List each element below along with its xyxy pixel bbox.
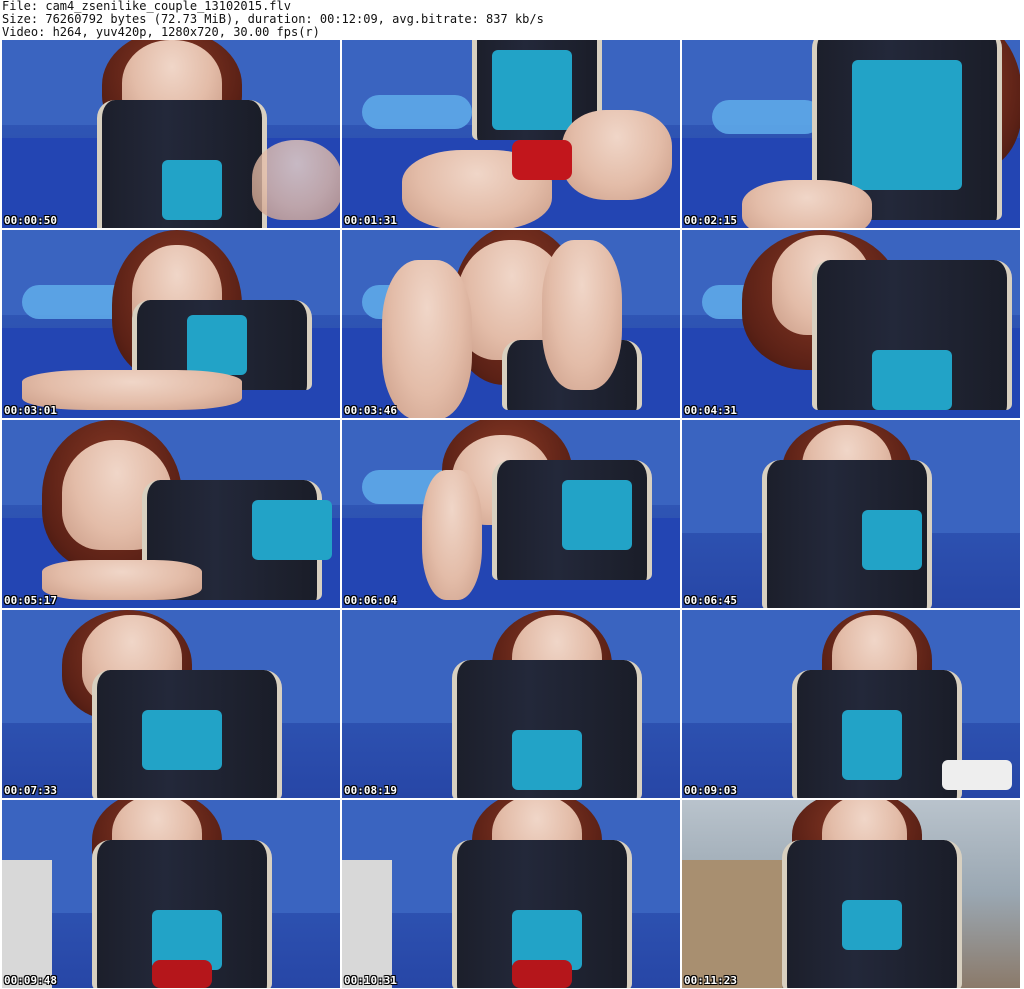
thumbnail: 00:08:19 xyxy=(342,610,680,798)
thumbnail: 00:00:50 xyxy=(2,40,340,228)
thumbnail-timestamp: 00:04:31 xyxy=(684,404,737,417)
thumbnail: 00:03:01 xyxy=(2,230,340,418)
thumbnail-timestamp: 00:07:33 xyxy=(4,784,57,797)
thumbnail-timestamp: 00:08:19 xyxy=(344,784,397,797)
thumbnail: 00:02:15 xyxy=(682,40,1020,228)
thumbnail: 00:01:31 xyxy=(342,40,680,228)
thumbnail-timestamp: 00:09:03 xyxy=(684,784,737,797)
video-info-line: Video: h264, yuv420p, 1280x720, 30.00 fp… xyxy=(2,25,320,39)
thumbnail: 00:09:03 xyxy=(682,610,1020,798)
thumbnail-timestamp: 00:11:23 xyxy=(684,974,737,987)
thumbnail: 00:04:31 xyxy=(682,230,1020,418)
thumbnail: 00:10:31 xyxy=(342,800,680,988)
thumbnail-timestamp: 00:01:31 xyxy=(344,214,397,227)
thumbnail: 00:06:04 xyxy=(342,420,680,608)
thumbnail: 00:09:48 xyxy=(2,800,340,988)
file-info-header: File: cam4_zsenilike_couple_13102015.flv… xyxy=(2,0,544,39)
thumbnail-timestamp: 00:02:15 xyxy=(684,214,737,227)
thumbnail-timestamp: 00:06:04 xyxy=(344,594,397,607)
thumbnail: 00:11:23 xyxy=(682,800,1020,988)
thumbnail: 00:03:46 xyxy=(342,230,680,418)
thumbnail: 00:06:45 xyxy=(682,420,1020,608)
thumbnail-timestamp: 00:05:17 xyxy=(4,594,57,607)
thumbnail-timestamp: 00:10:31 xyxy=(344,974,397,987)
thumbnail: 00:05:17 xyxy=(2,420,340,608)
thumbnail-timestamp: 00:03:46 xyxy=(344,404,397,417)
thumbnail-timestamp: 00:06:45 xyxy=(684,594,737,607)
thumbnail: 00:07:33 xyxy=(2,610,340,798)
thumbnail-timestamp: 00:00:50 xyxy=(4,214,57,227)
thumbnail-grid: 00:00:50 00:01:31 00:02:15 00:03:01 00:0… xyxy=(2,40,1020,988)
thumbnail-timestamp: 00:03:01 xyxy=(4,404,57,417)
thumbnail-timestamp: 00:09:48 xyxy=(4,974,57,987)
